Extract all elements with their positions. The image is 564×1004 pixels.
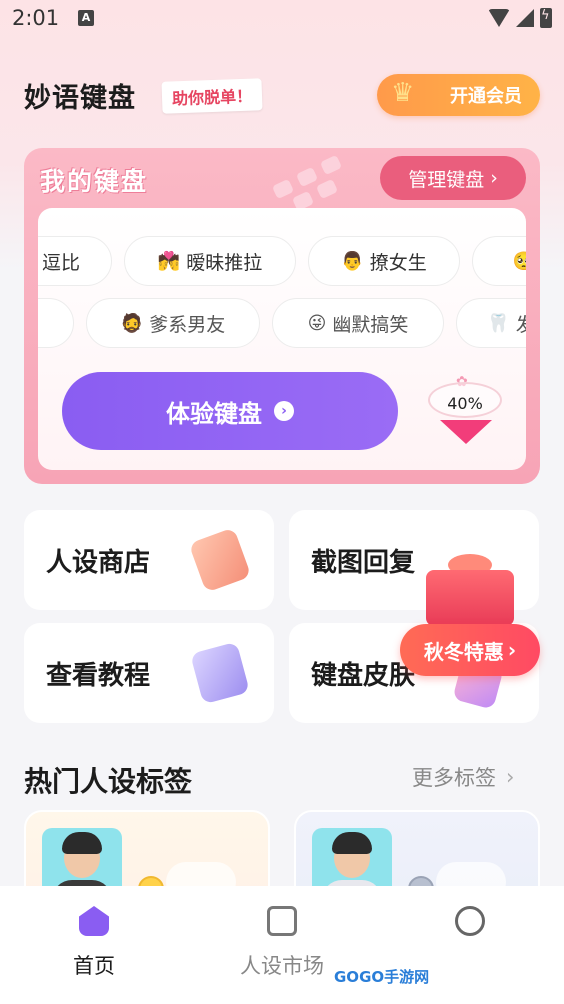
progress-percent: 40% <box>447 394 483 413</box>
gift-box <box>426 570 514 626</box>
tag-emoji-icon: 😜 <box>307 312 327 334</box>
face-icon <box>455 906 485 936</box>
status-bar: 2:01 A <box>0 0 564 40</box>
tag-label: 爹系男友 <box>149 313 226 336</box>
chevron-right-icon: › <box>507 638 517 662</box>
tag-chip[interactable]: 💏 暧昧推拉 <box>124 236 296 286</box>
persona-store-label: 人设商店 <box>46 548 151 578</box>
screenshot-reply-label: 截图回复 <box>311 548 416 578</box>
tag-chip[interactable]: 🥺 <box>472 236 526 286</box>
tag-icon <box>188 527 252 593</box>
chevron-right-icon: › <box>506 765 515 789</box>
header: 妙语键盘 助你脱单！ ♛ 开通会员 <box>0 70 564 120</box>
slogan-badge: 助你脱单！ <box>161 78 263 114</box>
status-time: 2:01 <box>12 6 60 30</box>
tag-label: 暧昧推拉 <box>186 251 263 274</box>
app-title: 妙语键盘 <box>24 83 136 114</box>
store-icon <box>267 906 297 936</box>
keyboard-inner-panel: 逗比 💏暧昧推拉 👨撩女生 🥺 🧔爹系男友 😜幽默搞笑 🦷发 体验键盘 › ✿ … <box>38 208 526 470</box>
promo-label: 秋冬特惠 <box>423 639 504 664</box>
wifi-icon <box>488 9 510 27</box>
try-keyboard-label: 体验键盘 <box>166 399 262 428</box>
my-keyboard-card: 我的键盘 管理键盘 › 逗比 💏 暧昧推拉 👨 撩女生 🥺 🧔 爹系男友 😜 幽默搞笑 … <box>24 148 540 484</box>
progress-indicator: ✿ 40% <box>422 372 512 458</box>
try-keyboard-button[interactable]: 体验键盘 › <box>62 372 398 450</box>
tag-chip[interactable] <box>38 298 74 348</box>
my-keyboard-title: 我的键盘 <box>40 167 149 196</box>
nav-home[interactable]: 首页 <box>34 906 154 980</box>
status-icons <box>488 8 552 28</box>
nav-home-label: 首页 <box>73 954 115 978</box>
crown-icon: ♛ <box>391 78 415 108</box>
gift-icon[interactable] <box>418 540 518 630</box>
tag-emoji-icon: 🦷 <box>487 312 510 334</box>
arrow-right-icon: › <box>274 401 294 421</box>
nav-market-label: 人设市场 <box>240 954 324 978</box>
more-tags-link[interactable]: 更多标签 › <box>412 762 514 792</box>
tag-label: 幽默搞笑 <box>332 313 409 336</box>
tag-emoji-icon: 🧔 <box>120 312 144 334</box>
watermark: GOGO手游网 <box>330 964 434 989</box>
tag-emoji-icon: 👨 <box>341 250 364 272</box>
tag-emoji-icon: 💏 <box>157 250 181 272</box>
tag-chip[interactable]: 😜 幽默搞笑 <box>272 298 444 348</box>
vip-button-label: 开通会员 <box>450 86 522 107</box>
nav-persona-market[interactable]: 人设市场 <box>222 906 342 980</box>
keyboard-skin-label: 键盘皮肤 <box>311 661 416 691</box>
vip-button[interactable]: ♛ 开通会员 <box>377 74 540 116</box>
hot-tags-title: 热门人设标签 <box>24 765 193 798</box>
manage-keyboard-button[interactable]: 管理键盘 › <box>380 156 526 200</box>
manage-keyboard-label: 管理键盘 <box>408 168 485 191</box>
tag-label: 发 <box>515 313 526 336</box>
home-icon <box>79 906 109 936</box>
tutorial-card[interactable]: 查看教程 <box>24 623 274 723</box>
tag-chip[interactable]: 👨 撩女生 <box>308 236 460 286</box>
book-icon <box>190 641 250 705</box>
persona-store-card[interactable]: 人设商店 <box>24 510 274 610</box>
heart-icon <box>440 420 492 444</box>
more-tags-label: 更多标签 <box>412 766 496 790</box>
tag-row-1: 逗比 💏 暧昧推拉 👨 撩女生 🥺 <box>38 236 526 286</box>
battery-icon <box>540 8 552 28</box>
promo-button[interactable]: 秋冬特惠 › <box>400 624 540 676</box>
bottom-nav: 首页 人设市场 <box>0 886 564 1004</box>
chevron-right-icon: › <box>490 167 498 189</box>
tag-emoji-icon: 🥺 <box>512 250 526 272</box>
keyboard-deco-icon <box>254 152 374 212</box>
tag-chip[interactable]: 逗比 <box>38 236 112 286</box>
signal-icon <box>516 9 534 27</box>
tag-label: 撩女生 <box>369 251 427 274</box>
nav-mine[interactable] <box>410 906 530 950</box>
tag-chip[interactable]: 🦷 发 <box>456 298 526 348</box>
notification-icon: A <box>78 10 94 26</box>
tag-chip[interactable]: 🧔 爹系男友 <box>86 298 260 348</box>
tutorial-label: 查看教程 <box>46 661 151 691</box>
tag-row-2: 🧔 爹系男友 😜 幽默搞笑 🦷 发 <box>38 298 526 348</box>
tag-label: 逗比 <box>41 251 80 274</box>
